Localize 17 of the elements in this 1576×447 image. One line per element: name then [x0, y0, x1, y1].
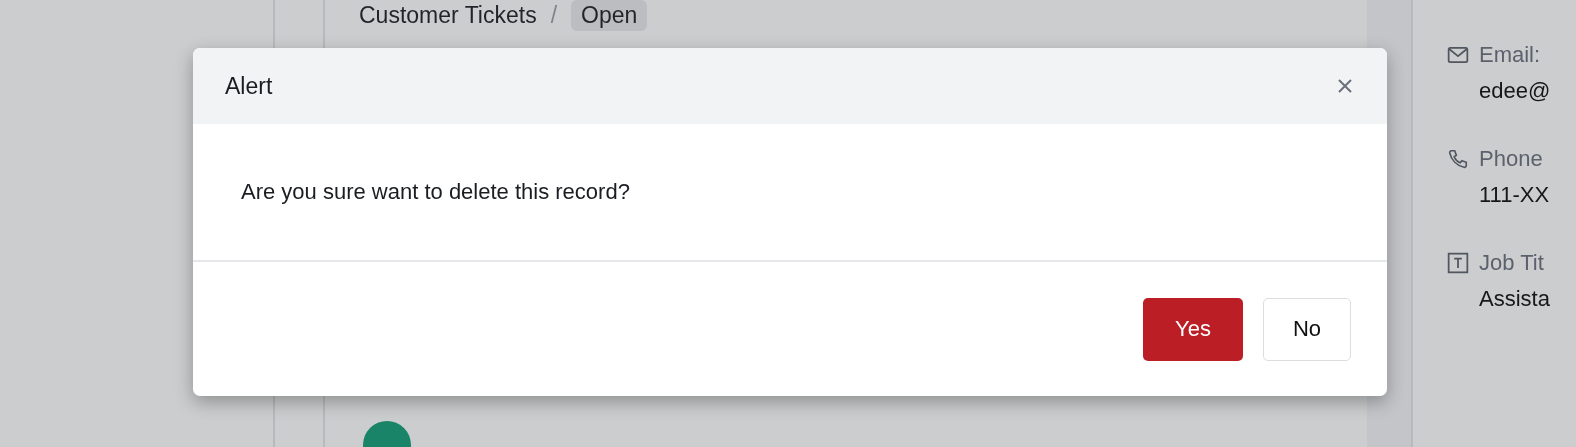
- breadcrumb-link[interactable]: Customer Tickets: [359, 2, 537, 29]
- status-tag: Open: [571, 0, 648, 31]
- field-label: Job Tit: [1479, 250, 1544, 276]
- dialog-title: Alert: [225, 72, 273, 100]
- no-button[interactable]: No: [1263, 297, 1351, 361]
- field-label: Phone: [1479, 146, 1543, 172]
- field-value: edee@: [1478, 78, 1552, 104]
- field-value: 111-XX: [1478, 182, 1551, 208]
- mail-icon: [1447, 44, 1469, 66]
- dialog-message: Are you sure want to delete this record?: [241, 179, 630, 205]
- text-field-icon: [1447, 252, 1469, 274]
- field-value: Assista: [1478, 286, 1551, 312]
- phone-icon: [1447, 148, 1469, 170]
- yes-button[interactable]: Yes: [1143, 297, 1243, 361]
- breadcrumb-separator: /: [550, 2, 558, 29]
- field-label: Email:: [1479, 42, 1541, 68]
- close-icon[interactable]: [1337, 78, 1353, 94]
